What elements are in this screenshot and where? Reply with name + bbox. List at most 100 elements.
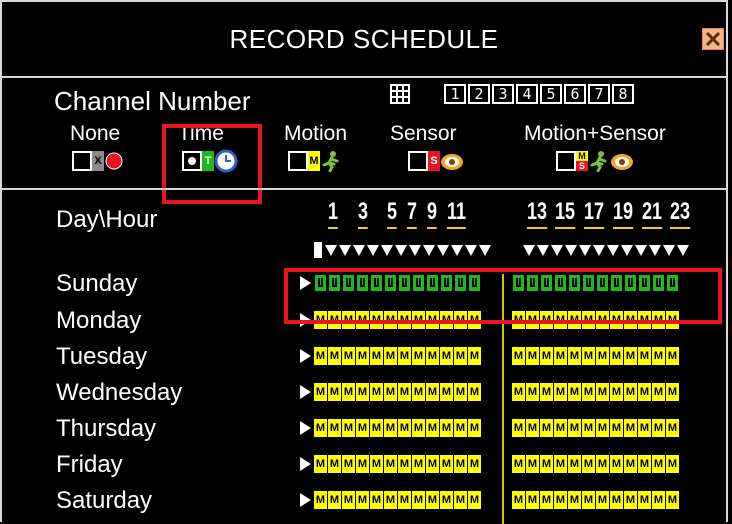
hour-select-arrow-9[interactable] <box>451 244 463 256</box>
schedule-cell[interactable]: M <box>314 419 327 437</box>
row-select-arrow[interactable] <box>300 493 311 507</box>
schedule-cell[interactable]: M <box>314 383 327 401</box>
schedule-cell[interactable]: M <box>526 347 539 365</box>
schedule-cell[interactable]: M <box>638 383 651 401</box>
schedule-cell[interactable]: M <box>370 347 383 365</box>
schedule-cell[interactable]: M <box>328 491 341 509</box>
schedule-cell[interactable]: M <box>384 455 397 473</box>
legend-motion-sensor[interactable]: MS <box>556 149 634 173</box>
legend-motion[interactable]: M <box>288 149 342 173</box>
schedule-cell[interactable]: M <box>426 383 439 401</box>
schedule-cell[interactable]: M <box>342 491 355 509</box>
schedule-cell[interactable]: M <box>582 419 595 437</box>
schedule-cell[interactable]: M <box>356 383 369 401</box>
schedule-cell[interactable]: M <box>356 419 369 437</box>
channel-button-4[interactable]: 4 <box>516 84 538 104</box>
hour-select-arrow-23[interactable] <box>677 244 689 256</box>
hour-select-arrow-11[interactable] <box>479 244 491 256</box>
schedule-cell[interactable]: M <box>426 455 439 473</box>
schedule-cell[interactable]: M <box>454 347 467 365</box>
schedule-cell[interactable]: M <box>624 383 637 401</box>
schedule-cell[interactable]: M <box>440 383 453 401</box>
hour-select-arrow-15[interactable] <box>565 244 577 256</box>
schedule-cell[interactable]: M <box>384 419 397 437</box>
schedule-cell[interactable]: M <box>526 383 539 401</box>
schedule-cell[interactable]: M <box>412 455 425 473</box>
schedule-cell[interactable]: M <box>624 491 637 509</box>
hour-select-arrow-21[interactable] <box>649 244 661 256</box>
hour-select-arrow-12[interactable] <box>523 244 535 256</box>
hour-select-arrow-5[interactable] <box>395 244 407 256</box>
schedule-cell[interactable]: M <box>314 455 327 473</box>
channel-button-6[interactable]: 6 <box>564 84 586 104</box>
schedule-cell[interactable]: M <box>554 347 567 365</box>
schedule-cell[interactable]: M <box>638 455 651 473</box>
row-select-arrow[interactable] <box>300 349 311 363</box>
channel-button-3[interactable]: 3 <box>492 84 514 104</box>
schedule-cell[interactable]: M <box>314 491 327 509</box>
channel-button-7[interactable]: 7 <box>588 84 610 104</box>
hour-select-arrow-6[interactable] <box>409 244 421 256</box>
schedule-cell[interactable]: M <box>328 383 341 401</box>
schedule-cell[interactable]: M <box>596 455 609 473</box>
schedule-cell[interactable]: M <box>610 491 623 509</box>
schedule-cell[interactable]: M <box>412 419 425 437</box>
schedule-cell[interactable]: M <box>610 455 623 473</box>
legend-none[interactable]: X <box>72 149 124 173</box>
schedule-cell[interactable]: M <box>526 419 539 437</box>
schedule-cell[interactable]: M <box>554 491 567 509</box>
schedule-cell[interactable]: M <box>398 383 411 401</box>
schedule-cell[interactable]: M <box>356 347 369 365</box>
schedule-cell[interactable]: M <box>596 347 609 365</box>
hour-select-arrow-16[interactable] <box>579 244 591 256</box>
schedule-cell[interactable]: M <box>370 455 383 473</box>
schedule-cell[interactable]: M <box>440 419 453 437</box>
schedule-cell[interactable]: M <box>652 419 665 437</box>
schedule-cell[interactable]: M <box>370 491 383 509</box>
channel-button-1[interactable]: 1 <box>444 84 466 104</box>
schedule-cell[interactable]: M <box>652 383 665 401</box>
schedule-cell[interactable]: M <box>582 383 595 401</box>
schedule-cell[interactable]: M <box>624 419 637 437</box>
schedule-cell[interactable]: M <box>342 455 355 473</box>
schedule-cell[interactable]: M <box>398 491 411 509</box>
hour-select-arrow-18[interactable] <box>607 244 619 256</box>
hour-select-arrow-17[interactable] <box>593 244 605 256</box>
schedule-cell[interactable]: M <box>540 347 553 365</box>
hour-select-arrow-13[interactable] <box>537 244 549 256</box>
schedule-cell[interactable]: M <box>526 491 539 509</box>
row-select-arrow[interactable] <box>300 457 311 471</box>
schedule-cell[interactable]: M <box>328 455 341 473</box>
schedule-cell[interactable]: M <box>652 491 665 509</box>
schedule-cell[interactable]: M <box>370 383 383 401</box>
schedule-cell[interactable]: M <box>342 383 355 401</box>
row-select-arrow[interactable] <box>300 421 311 435</box>
hour-select-arrow-7[interactable] <box>423 244 435 256</box>
schedule-cell[interactable]: M <box>356 491 369 509</box>
schedule-cell[interactable]: M <box>468 491 481 509</box>
schedule-cell[interactable]: M <box>582 347 595 365</box>
schedule-cell[interactable]: M <box>384 383 397 401</box>
schedule-cell[interactable]: M <box>540 383 553 401</box>
hour-select-arrow-22[interactable] <box>663 244 675 256</box>
schedule-cell[interactable]: M <box>610 347 623 365</box>
schedule-cell[interactable]: M <box>596 491 609 509</box>
schedule-cell[interactable]: M <box>398 455 411 473</box>
schedule-cell[interactable]: M <box>638 419 651 437</box>
schedule-cell[interactable]: M <box>426 419 439 437</box>
schedule-cell[interactable]: M <box>638 491 651 509</box>
all-hours-marker[interactable] <box>314 242 322 258</box>
schedule-cell[interactable]: M <box>582 455 595 473</box>
channel-button-5[interactable]: 5 <box>540 84 562 104</box>
schedule-cell[interactable]: M <box>512 455 525 473</box>
schedule-cell[interactable]: M <box>398 347 411 365</box>
schedule-cell[interactable]: M <box>554 383 567 401</box>
schedule-cell[interactable]: M <box>356 455 369 473</box>
schedule-cell[interactable]: M <box>568 419 581 437</box>
schedule-cell[interactable]: M <box>568 347 581 365</box>
schedule-cell[interactable]: M <box>568 455 581 473</box>
hour-select-arrow-8[interactable] <box>437 244 449 256</box>
schedule-cell[interactable]: M <box>412 383 425 401</box>
schedule-cell[interactable]: M <box>554 419 567 437</box>
schedule-cell[interactable]: M <box>512 491 525 509</box>
